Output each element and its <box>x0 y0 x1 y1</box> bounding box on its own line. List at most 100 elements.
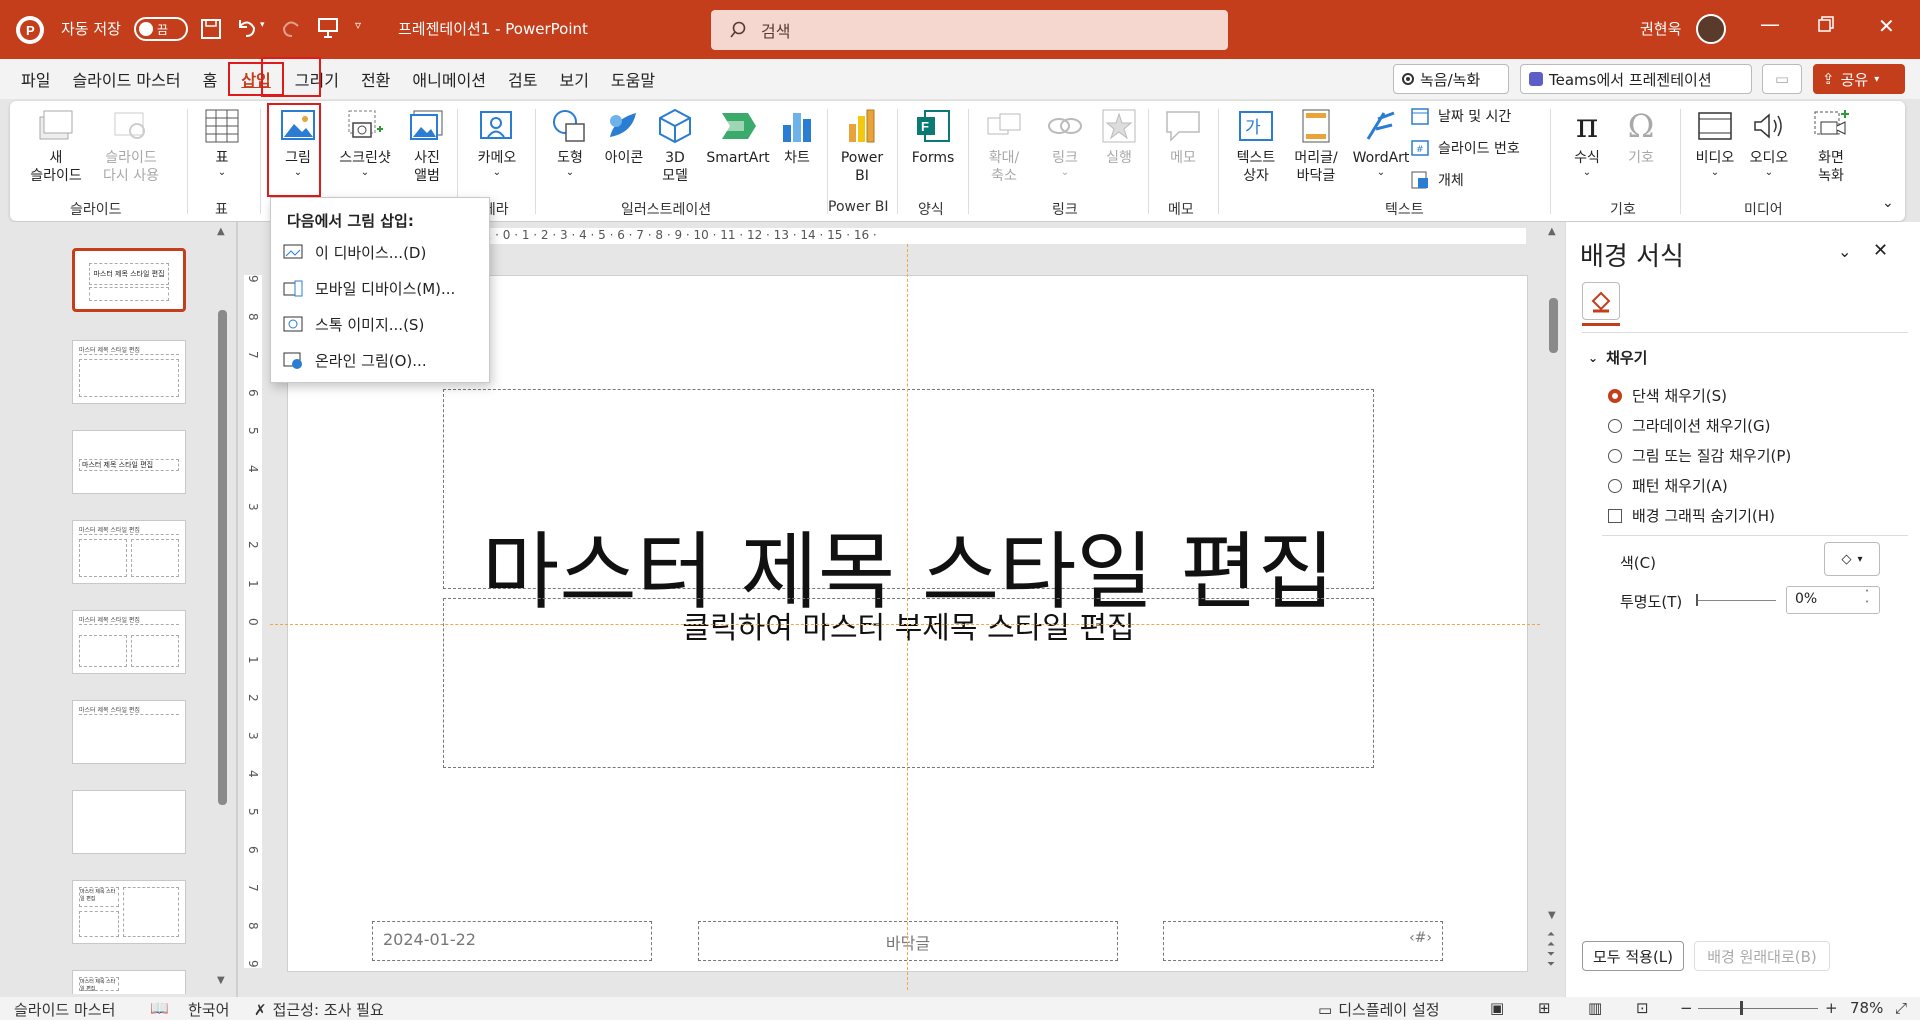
editor-scrollbar[interactable] <box>1549 298 1558 353</box>
screen-recording-button[interactable]: 화면 녹화 <box>1802 107 1860 185</box>
minimize-icon[interactable]: — <box>1760 12 1780 36</box>
object-button[interactable]: 개체 <box>1410 170 1464 190</box>
zoom-in-icon[interactable]: + <box>1825 999 1838 1017</box>
thumbnail-layout[interactable]: 마스터 제목 스타일 편집 <box>72 700 186 764</box>
close-icon[interactable]: ✕ <box>1878 14 1895 38</box>
spinner-icon[interactable]: ˄ ˅ <box>1865 588 1869 610</box>
menu-item-online-pictures[interactable]: 온라인 그림(O)... <box>283 350 427 371</box>
next-slide-icon[interactable]: ⏷ ⏷ <box>1547 950 1555 970</box>
tab-help[interactable]: 도움말 <box>600 62 666 96</box>
teams-present-button[interactable]: Teams에서 프레젠테이션 <box>1520 64 1752 94</box>
record-button[interactable]: 녹음/녹화 <box>1393 64 1509 94</box>
equation-button[interactable]: π 수식 ⌄ <box>1562 107 1612 179</box>
zoom-slider[interactable] <box>1698 1008 1818 1009</box>
gradient-fill-option[interactable]: 그라데이션 채우기(G) <box>1608 415 1771 436</box>
slideshow-view-icon[interactable]: ⊡ <box>1636 999 1649 1017</box>
transparency-slider[interactable] <box>1696 600 1776 601</box>
close-pane-icon[interactable]: ✕ <box>1873 240 1888 261</box>
thumbnail-layout[interactable]: 마스터 제목 스타일 편집 <box>72 520 186 584</box>
zoom-level[interactable]: 78% <box>1850 999 1883 1017</box>
hide-background-graphics-checkbox[interactable]: 배경 그래픽 숨기기(H) <box>1608 505 1775 526</box>
shapes-button[interactable]: 도형 ⌄ <box>540 107 600 179</box>
undo-icon[interactable] <box>234 16 258 40</box>
apply-all-button[interactable]: 모두 적용(L) <box>1582 941 1684 971</box>
undo-dropdown-icon[interactable]: ▾ <box>260 20 265 30</box>
smartart-button[interactable]: SmartArt <box>698 107 778 167</box>
date-placeholder[interactable]: 2024-01-22 <box>372 921 652 961</box>
menu-item-stock-images[interactable]: 스톡 이미지...(S) <box>283 314 424 335</box>
tab-file[interactable]: 파일 <box>10 62 61 96</box>
comments-icon[interactable]: ▭ <box>1762 64 1802 94</box>
cameo-button[interactable]: 카메오 ⌄ <box>462 107 532 179</box>
header-footer-button[interactable]: 머리글/ 바닥글 <box>1286 107 1346 185</box>
screenshot-button[interactable]: 스크린샷 ⌄ <box>330 107 400 179</box>
chevron-down-icon[interactable]: ⌄ <box>1838 242 1851 261</box>
reuse-slide-button[interactable]: 슬라이드 다시 사용 <box>96 107 166 185</box>
video-button[interactable]: 비디오 ⌄ <box>1686 107 1744 179</box>
tab-review[interactable]: 검토 <box>497 62 548 96</box>
zoom-out-icon[interactable]: − <box>1680 999 1693 1017</box>
share-button[interactable]: ⇪ 공유 ▾ <box>1813 64 1905 94</box>
slideshow-icon[interactable] <box>316 16 340 40</box>
tab-view[interactable]: 보기 <box>548 62 599 96</box>
powerbi-button[interactable]: Power BI <box>832 107 892 185</box>
link-button[interactable]: 링크 ⌄ <box>1040 107 1090 179</box>
thumbnail-layout[interactable]: 마스터 제목 스타일 편집 <box>72 610 186 674</box>
language-indicator[interactable]: 한국어 <box>188 999 229 1020</box>
autosave-toggle[interactable]: 끔 <box>134 17 188 41</box>
tab-transitions[interactable]: 전환 <box>350 62 401 96</box>
solid-fill-option[interactable]: 단색 채우기(S) <box>1608 385 1727 406</box>
picture-fill-option[interactable]: 그림 또는 질감 채우기(P) <box>1608 445 1791 466</box>
thumbnail-layout-blank[interactable] <box>72 790 186 854</box>
scroll-up-icon[interactable]: ▲ <box>1548 226 1556 237</box>
reading-view-icon[interactable]: ▥ <box>1588 999 1602 1017</box>
scroll-up-icon[interactable]: ▲ <box>217 226 225 237</box>
accessibility-status[interactable]: ✗ 접근성: 조사 필요 <box>254 999 384 1020</box>
tab-home[interactable]: 홈 <box>192 62 229 96</box>
photo-album-button[interactable]: 사진 앨범 <box>400 107 454 185</box>
fit-to-window-icon[interactable]: ⤢ <box>1895 999 1907 1017</box>
slide-number-placeholder[interactable]: ‹#› <box>1163 921 1443 961</box>
horizontal-guide[interactable] <box>270 624 1540 625</box>
thumbnail-layout[interactable]: 마스터 제목 스타일 편집 <box>72 970 186 994</box>
slide-sorter-icon[interactable]: ⊞ <box>1538 999 1551 1017</box>
zoom-slider-thumb[interactable] <box>1740 1001 1743 1015</box>
pattern-fill-option[interactable]: 패턴 채우기(A) <box>1608 475 1728 496</box>
title-placeholder[interactable]: 마스터 제목 스타일 편집 <box>443 389 1374 614</box>
thumbnail-master[interactable]: 마스터 제목 스타일 편집 <box>72 248 186 312</box>
thumbnail-scrollbar[interactable] <box>218 310 227 805</box>
previous-slide-icon[interactable]: ⏶ ⏶ <box>1547 930 1555 950</box>
table-button[interactable]: 표 ⌄ <box>202 107 242 179</box>
user-name[interactable]: 권현욱 <box>1640 18 1681 39</box>
comment-button[interactable]: 메모 <box>1155 107 1211 167</box>
reset-background-button[interactable]: 배경 원래대로(B) <box>1694 941 1830 971</box>
redo-icon[interactable] <box>280 16 304 40</box>
date-time-button[interactable]: 날짜 및 시간 <box>1410 106 1511 126</box>
collapse-ribbon-icon[interactable]: ⌄ <box>1882 195 1894 211</box>
wordart-button[interactable]: WordArt ⌄ <box>1346 107 1416 179</box>
symbol-button[interactable]: Ω 기호 <box>1616 107 1666 167</box>
thumbnail-layout[interactable]: 마스터 제목 스타일 편집 <box>72 880 186 944</box>
menu-item-this-device[interactable]: 이 디바이스...(D) <box>283 242 426 263</box>
chart-button[interactable]: 차트 <box>772 107 822 167</box>
fill-section-header[interactable]: ⌄ 채우기 <box>1588 347 1647 368</box>
zoom-button[interactable]: 확대/ 축소 <box>976 107 1032 185</box>
new-slide-button[interactable]: 새 슬라이드 <box>24 107 88 185</box>
restore-icon[interactable] <box>1818 16 1834 32</box>
slider-thumb[interactable] <box>1696 594 1698 606</box>
audio-button[interactable]: 오디오 ⌄ <box>1740 107 1798 179</box>
scroll-down-icon[interactable]: ▼ <box>217 975 225 986</box>
customize-qat-icon[interactable]: ▿ <box>355 18 361 32</box>
scroll-down-icon[interactable]: ▼ <box>1548 910 1556 921</box>
thumbnail-layout[interactable]: 마스터 제목 스타일 편집 <box>72 430 186 494</box>
thumbnail-layout[interactable]: 마스터 제목 스타일 편집 <box>72 340 186 404</box>
menu-item-mobile-device[interactable]: 모바일 디바이스(M)... <box>283 278 455 299</box>
tab-slide-master[interactable]: 슬라이드 마스터 <box>61 62 191 96</box>
color-picker-button[interactable]: ◇ ▾ <box>1824 542 1880 576</box>
fill-tab-icon[interactable] <box>1582 282 1620 320</box>
vertical-guide[interactable] <box>907 244 908 990</box>
display-settings-button[interactable]: ▭ 디스플레이 설정 <box>1318 999 1440 1020</box>
save-icon[interactable] <box>200 18 222 40</box>
normal-view-icon[interactable]: ▣ <box>1490 999 1504 1017</box>
spellcheck-icon[interactable]: 📖 <box>150 999 169 1017</box>
